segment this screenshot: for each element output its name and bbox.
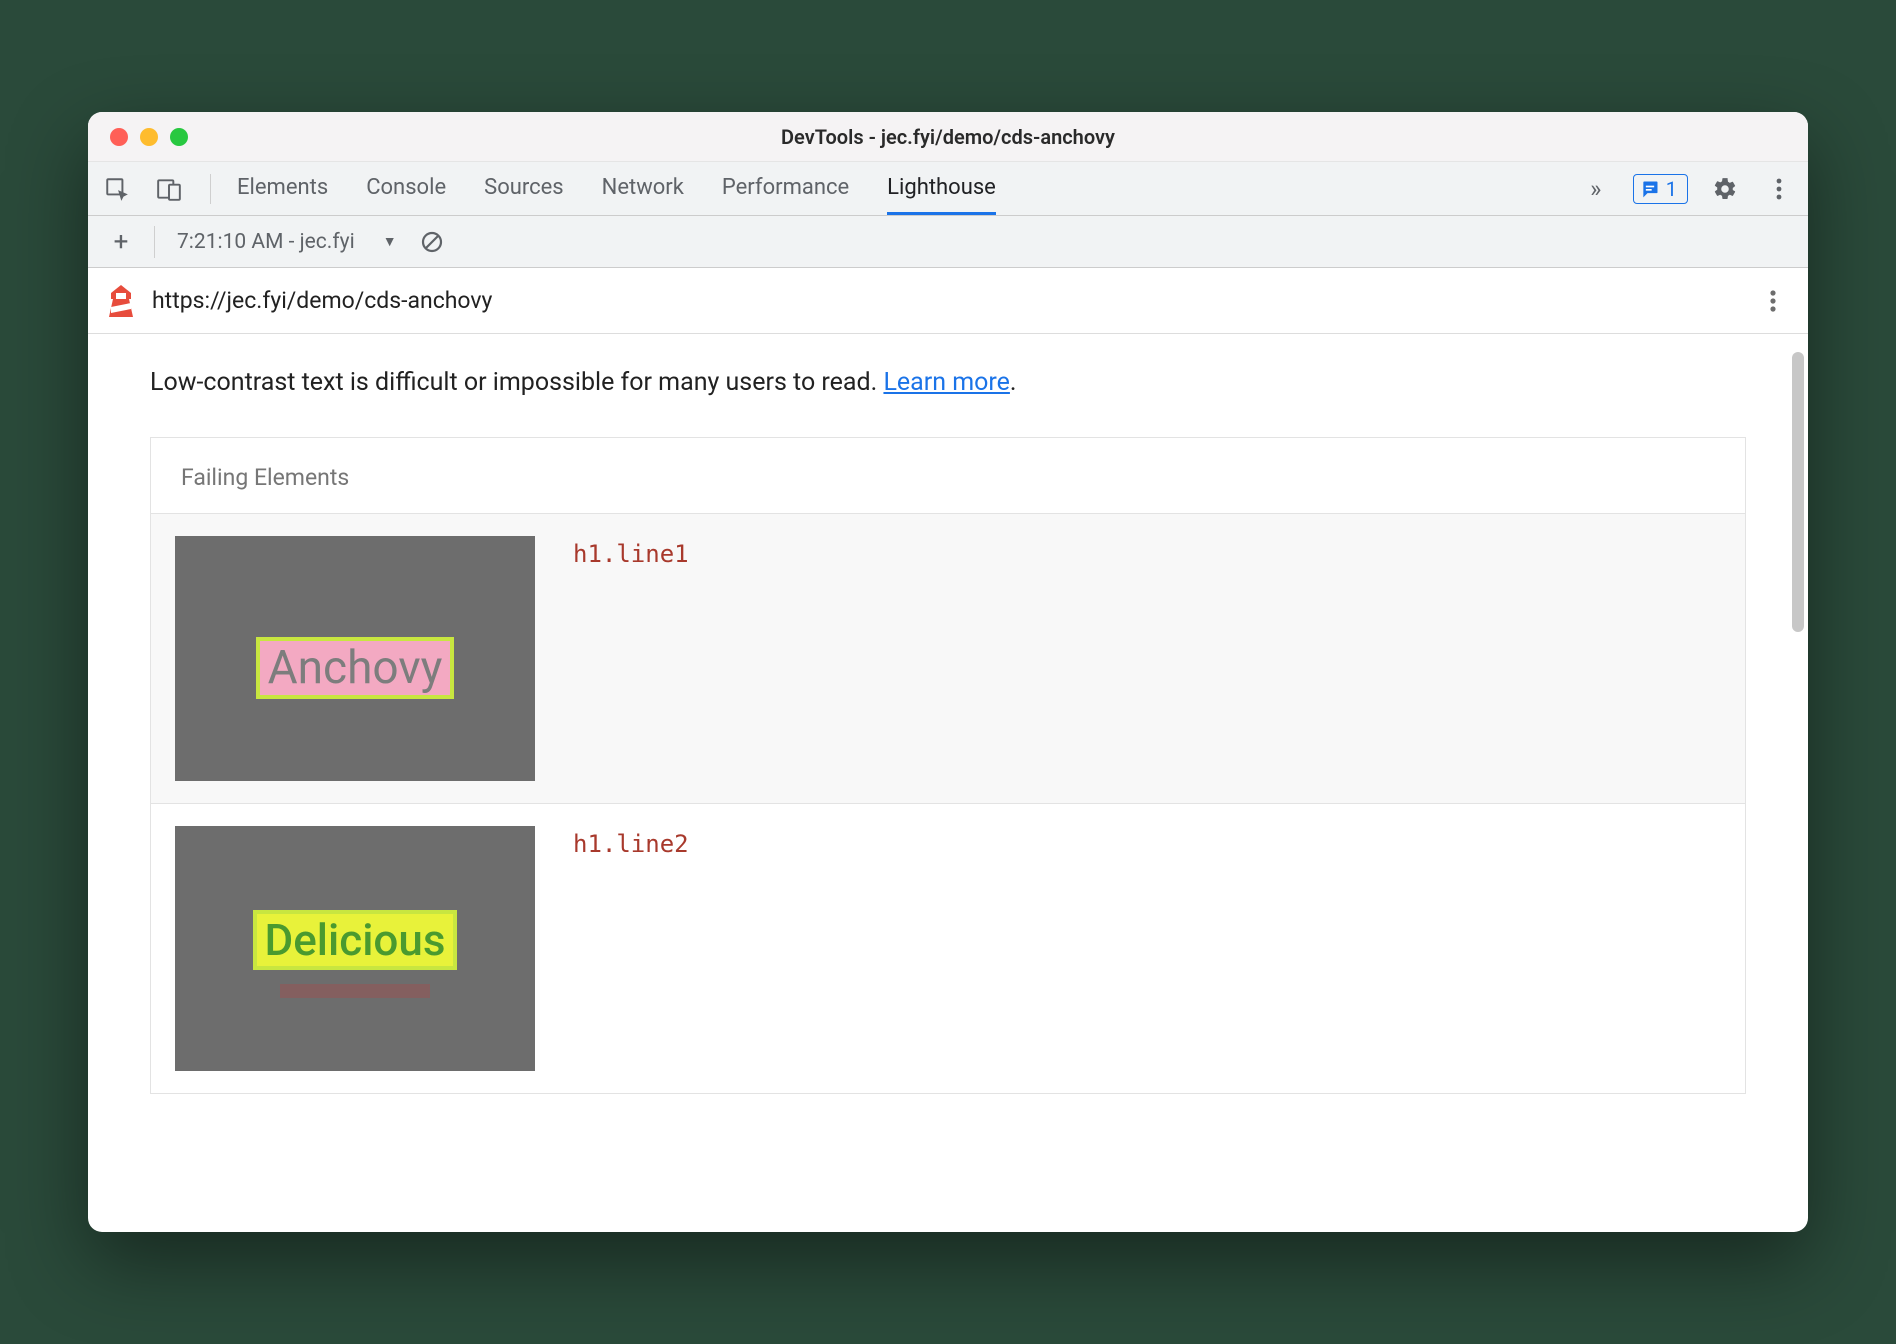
report-menu-icon[interactable] [1756, 284, 1790, 318]
tab-network[interactable]: Network [602, 163, 684, 215]
scrollbar-thumb[interactable] [1792, 352, 1804, 632]
audit-description: Low-contrast text is difficult or imposs… [150, 368, 1746, 397]
device-toolbar-icon[interactable] [152, 172, 186, 206]
lighthouse-icon [106, 284, 136, 318]
element-selector: h1.line1 [573, 536, 689, 781]
element-thumbnail: Anchovy [175, 536, 535, 781]
failing-element-row[interactable]: Delicious h1.line2 [151, 803, 1745, 1093]
settings-icon[interactable] [1708, 172, 1742, 206]
report-url: https://jec.fyi/demo/cds-anchovy [152, 287, 1740, 314]
tabbar-right: » 1 [1579, 172, 1796, 206]
report-select[interactable]: 7:21:10 AM - jec.fyi ▼ [154, 226, 397, 258]
window-title: DevTools - jec.fyi/demo/cds-anchovy [781, 125, 1115, 149]
highlight-box: Anchovy [256, 637, 455, 699]
inspect-element-icon[interactable] [100, 172, 134, 206]
audit-description-text: Low-contrast text is difficult or imposs… [150, 368, 883, 397]
new-report-button[interactable]: + [106, 227, 136, 257]
failing-elements-panel: Failing Elements Anchovy h1.line1 Delici… [150, 437, 1746, 1094]
close-window-button[interactable] [110, 128, 128, 146]
highlight-box: Delicious [253, 910, 458, 970]
devtools-tabbar: Elements Console Sources Network Perform… [88, 162, 1808, 216]
element-thumbnail: Delicious [175, 826, 535, 1071]
thumbnail-text: Delicious [265, 914, 446, 966]
divider [210, 174, 211, 204]
tab-lighthouse[interactable]: Lighthouse [887, 163, 996, 215]
devtools-window: DevTools - jec.fyi/demo/cds-anchovy Elem… [88, 112, 1808, 1232]
failing-element-row[interactable]: Anchovy h1.line1 [151, 513, 1745, 803]
issues-badge[interactable]: 1 [1633, 174, 1688, 204]
thumbnail-text: Anchovy [268, 641, 443, 695]
lighthouse-toolbar: + 7:21:10 AM - jec.fyi ▼ [88, 216, 1808, 268]
report-select-label: 7:21:10 AM - jec.fyi [177, 230, 355, 254]
lighthouse-url-bar: https://jec.fyi/demo/cds-anchovy [88, 268, 1808, 334]
issues-count: 1 [1666, 177, 1677, 201]
titlebar: DevTools - jec.fyi/demo/cds-anchovy [88, 112, 1808, 162]
tab-performance[interactable]: Performance [722, 163, 849, 215]
tab-sources[interactable]: Sources [484, 163, 564, 215]
more-tabs-icon[interactable]: » [1579, 172, 1613, 206]
tab-elements[interactable]: Elements [237, 163, 328, 215]
thumbnail-decoration [280, 984, 430, 998]
minimize-window-button[interactable] [140, 128, 158, 146]
message-icon [1640, 179, 1660, 199]
chevron-down-icon: ▼ [383, 233, 397, 250]
element-selector: h1.line2 [573, 826, 689, 1071]
traffic-lights [110, 128, 188, 146]
failing-elements-title: Failing Elements [151, 438, 1745, 513]
clear-icon[interactable] [415, 225, 449, 259]
learn-more-link[interactable]: Learn more [883, 368, 1009, 397]
maximize-window-button[interactable] [170, 128, 188, 146]
kebab-menu-icon[interactable] [1762, 172, 1796, 206]
devtools-tabs: Elements Console Sources Network Perform… [237, 163, 1569, 215]
tab-console[interactable]: Console [366, 163, 446, 215]
report-content: Low-contrast text is difficult or imposs… [88, 334, 1808, 1232]
tabbar-left [100, 172, 217, 206]
